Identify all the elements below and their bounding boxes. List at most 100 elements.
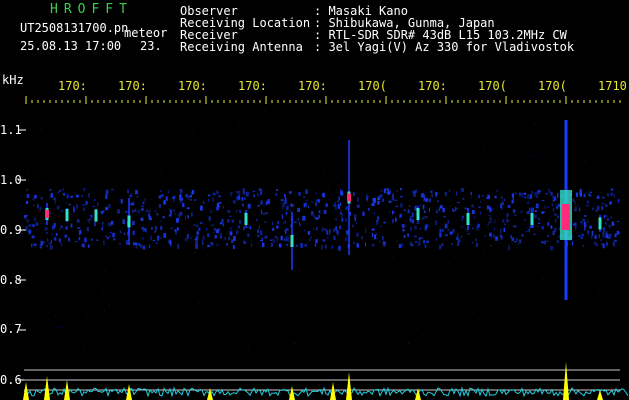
noise-speck xyxy=(410,226,412,232)
noise-speck xyxy=(560,299,562,301)
noise-speck xyxy=(494,195,497,199)
noise-speck xyxy=(323,209,327,214)
noise-speck xyxy=(594,235,597,239)
noise-speck xyxy=(281,214,283,219)
noise-speck xyxy=(37,110,39,112)
power-peak xyxy=(346,372,352,400)
noise-speck xyxy=(537,218,540,221)
noise-speck xyxy=(126,240,128,245)
noise-speck xyxy=(136,196,139,198)
noise-speck xyxy=(260,209,263,215)
noise-speck xyxy=(157,290,159,292)
noise-speck xyxy=(335,218,337,221)
noise-speck xyxy=(538,239,540,241)
noise-speck xyxy=(414,205,417,211)
noise-speck xyxy=(53,197,56,201)
noise-speck xyxy=(140,176,142,178)
noise-speck xyxy=(545,344,547,346)
noise-speck xyxy=(455,191,458,196)
noise-speck xyxy=(427,236,429,238)
noise-speck xyxy=(546,183,548,185)
noise-speck xyxy=(435,192,438,196)
noise-speck xyxy=(40,128,42,130)
noise-speck xyxy=(111,220,114,225)
noise-speck xyxy=(511,193,515,198)
noise-speck xyxy=(403,209,406,211)
noise-speck xyxy=(257,204,260,207)
noise-speck xyxy=(237,190,241,196)
noise-speck xyxy=(43,219,45,221)
noise-speck xyxy=(483,150,485,152)
noise-speck xyxy=(335,226,337,231)
noise-speck xyxy=(435,238,438,241)
noise-speck xyxy=(243,226,245,231)
noise-speck xyxy=(176,227,179,231)
noise-speck xyxy=(129,203,132,205)
noise-speck xyxy=(571,241,574,246)
noise-speck xyxy=(175,218,179,223)
noise-speck xyxy=(603,348,605,350)
noise-speck xyxy=(338,245,341,251)
noise-speck xyxy=(604,214,608,218)
noise-speck xyxy=(598,234,601,238)
noise-speck xyxy=(24,214,26,219)
noise-speck xyxy=(170,306,172,308)
noise-speck xyxy=(455,207,457,211)
noise-speck xyxy=(386,189,388,191)
noise-speck xyxy=(413,192,416,197)
noise-speck xyxy=(61,188,65,191)
noise-speck xyxy=(499,233,502,238)
noise-speck xyxy=(132,242,136,245)
noise-speck xyxy=(382,282,384,284)
noise-speck xyxy=(184,215,187,221)
meteor-echo-core xyxy=(94,209,98,222)
noise-speck xyxy=(478,194,480,198)
power-trace xyxy=(23,386,629,398)
noise-speck xyxy=(94,198,96,201)
noise-speck xyxy=(558,228,561,230)
noise-speck xyxy=(294,221,297,224)
noise-speck xyxy=(400,196,403,198)
noise-speck xyxy=(261,237,263,242)
noise-speck xyxy=(269,147,271,149)
noise-speck xyxy=(96,239,99,241)
noise-speck xyxy=(475,238,477,242)
noise-speck xyxy=(407,233,409,237)
noise-speck xyxy=(526,202,530,204)
noise-speck xyxy=(473,311,475,313)
noise-speck xyxy=(41,182,43,184)
noise-speck xyxy=(40,196,43,200)
noise-speck xyxy=(227,210,231,213)
noise-speck xyxy=(399,203,403,208)
noise-speck xyxy=(64,234,68,238)
noise-speck xyxy=(471,242,474,244)
noise-speck xyxy=(456,207,459,209)
noise-speck xyxy=(286,205,289,211)
noise-speck xyxy=(618,232,620,234)
noise-speck xyxy=(26,193,30,199)
noise-speck xyxy=(255,218,258,222)
noise-speck xyxy=(31,243,33,248)
noise-speck xyxy=(492,234,495,239)
noise-speck xyxy=(318,214,320,219)
noise-speck xyxy=(489,216,492,221)
noise-speck xyxy=(524,192,527,195)
noise-speck xyxy=(501,196,503,199)
noise-speck xyxy=(295,244,299,247)
noise-speck xyxy=(196,231,200,236)
noise-speck xyxy=(439,233,442,238)
noise-speck xyxy=(424,215,428,219)
noise-speck xyxy=(54,315,56,317)
noise-speck xyxy=(198,302,200,304)
noise-speck xyxy=(341,218,344,222)
noise-speck xyxy=(242,188,245,190)
noise-speck xyxy=(100,210,104,215)
noise-speck xyxy=(514,241,517,243)
noise-speck xyxy=(613,193,615,198)
noise-speck xyxy=(210,210,213,213)
noise-speck xyxy=(49,193,52,198)
noise-speck xyxy=(81,195,83,198)
noise-speck xyxy=(214,227,216,232)
noise-speck xyxy=(528,208,531,213)
noise-speck xyxy=(286,243,289,246)
